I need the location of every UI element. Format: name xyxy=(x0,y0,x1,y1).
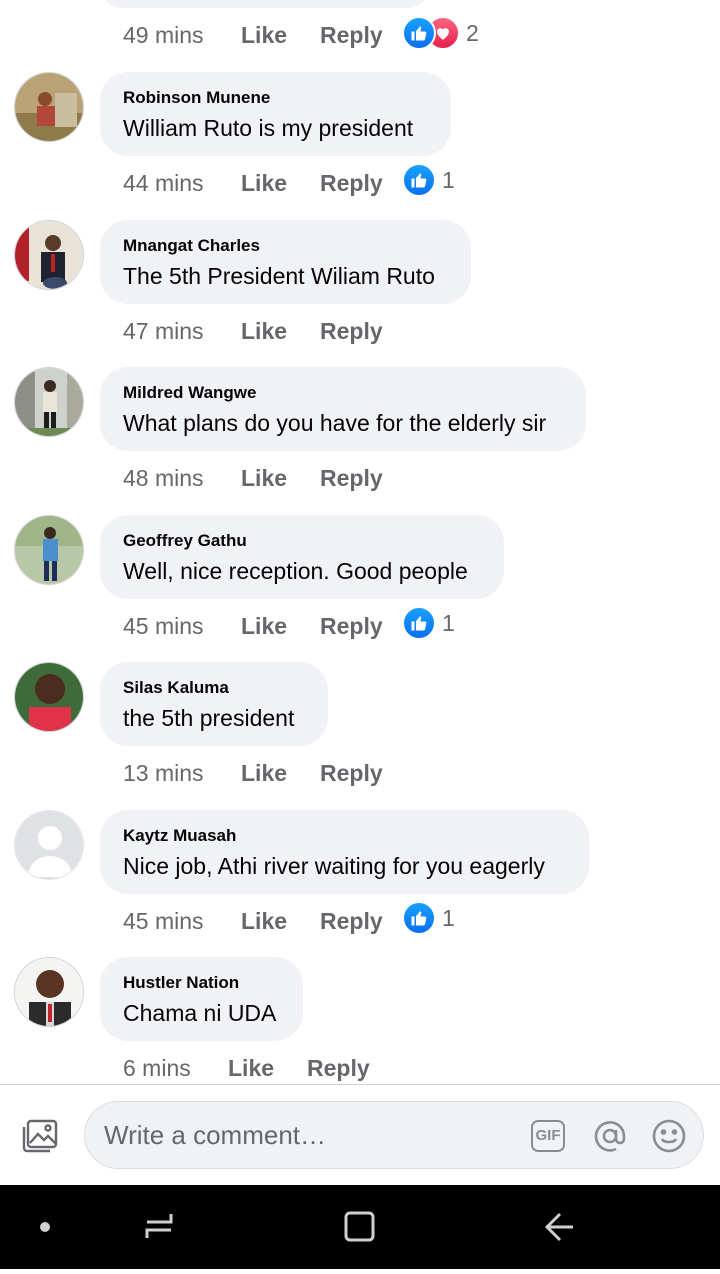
gif-icon[interactable]: GIF xyxy=(531,1120,565,1152)
avatar[interactable] xyxy=(14,810,84,880)
reply-button[interactable]: Reply xyxy=(320,170,383,197)
comment-meta: 48 mins Like Reply xyxy=(123,458,383,498)
like-button[interactable]: Like xyxy=(241,170,320,197)
comment-time: 48 mins xyxy=(123,464,204,491)
comment-meta: 45 mins Like Reply xyxy=(123,606,383,646)
photo-icon[interactable] xyxy=(22,1119,58,1153)
previous-comment-meta: 49 mins Like Reply xyxy=(123,15,383,55)
reaction-count: 1 xyxy=(442,904,455,931)
avatar[interactable] xyxy=(14,957,84,1027)
mention-icon[interactable] xyxy=(592,1118,628,1154)
reply-button[interactable]: Reply xyxy=(320,613,383,640)
comment-time: 49 mins xyxy=(123,21,204,48)
like-button[interactable]: Like xyxy=(241,908,320,935)
avatar[interactable] xyxy=(14,515,84,585)
reaction-summary[interactable]: 1 xyxy=(402,901,455,935)
reply-button[interactable]: Reply xyxy=(320,22,383,49)
comment-bubble[interactable]: Mnangat Charles The 5th President Wiliam… xyxy=(100,220,471,304)
comment-meta: 44 mins Like Reply xyxy=(123,163,383,203)
avatar[interactable] xyxy=(14,72,84,142)
reply-button[interactable]: Reply xyxy=(320,760,383,787)
comment-bubble[interactable]: Geoffrey Gathu Well, nice reception. Goo… xyxy=(100,515,504,599)
previous-comment-bubble xyxy=(100,0,430,8)
comment-text: William Ruto is my president xyxy=(123,115,414,141)
like-button[interactable]: Like xyxy=(241,22,320,49)
recent-apps-icon xyxy=(145,1214,173,1238)
comment-author[interactable]: Silas Kaluma xyxy=(123,678,305,698)
comment-author[interactable]: Robinson Munene xyxy=(123,88,428,108)
like-reaction-icon xyxy=(402,606,436,640)
comment-bubble[interactable]: Robinson Munene William Ruto is my presi… xyxy=(100,72,451,156)
comment-meta: 6 mins Like Reply xyxy=(123,1048,370,1088)
comment-input[interactable]: Write a comment… GIF xyxy=(84,1101,704,1169)
back-icon xyxy=(544,1212,573,1242)
comment-time: 6 mins xyxy=(123,1054,191,1081)
like-button[interactable]: Like xyxy=(241,318,320,345)
reaction-summary[interactable]: 2 xyxy=(402,16,479,50)
comment-author[interactable]: Hustler Nation xyxy=(123,973,280,993)
avatar[interactable] xyxy=(14,662,84,732)
comment-meta: 47 mins Like Reply xyxy=(123,311,383,351)
comment-bubble[interactable]: Mildred Wangwe What plans do you have fo… xyxy=(100,367,586,451)
reaction-count: 1 xyxy=(442,166,455,193)
comment-author[interactable]: Mnangat Charles xyxy=(123,236,448,256)
comment-text: Chama ni UDA xyxy=(123,1000,277,1026)
reply-button[interactable]: Reply xyxy=(320,908,383,935)
comment-time: 45 mins xyxy=(123,612,204,639)
avatar[interactable] xyxy=(14,220,84,290)
comment-author[interactable]: Mildred Wangwe xyxy=(123,383,563,403)
comment-input-placeholder: Write a comment… xyxy=(104,1120,327,1150)
comment-time: 13 mins xyxy=(123,759,204,786)
reaction-count: 1 xyxy=(442,609,455,636)
default-user-icon xyxy=(15,811,83,879)
comment-text: Well, nice reception. Good people xyxy=(123,558,468,584)
like-button[interactable]: Like xyxy=(241,465,320,492)
comment-text: The 5th President Wiliam Ruto xyxy=(123,263,435,289)
like-reaction-icon xyxy=(402,163,436,197)
comment-time: 44 mins xyxy=(123,169,204,196)
comment-time: 47 mins xyxy=(123,317,204,344)
comment-time: 45 mins xyxy=(123,907,204,934)
comment-bubble[interactable]: Hustler Nation Chama ni UDA xyxy=(100,957,303,1041)
comment-text: the 5th president xyxy=(123,705,295,731)
reply-button[interactable]: Reply xyxy=(320,318,383,345)
avatar[interactable] xyxy=(14,367,84,437)
comment-meta: 45 mins Like Reply xyxy=(123,901,383,941)
dot-icon xyxy=(40,1222,50,1232)
like-reaction-icon xyxy=(402,16,436,50)
like-button[interactable]: Like xyxy=(228,1055,307,1082)
reaction-summary[interactable]: 1 xyxy=(402,606,455,640)
system-navigation-bar xyxy=(0,1185,720,1269)
comment-text: What plans do you have for the elderly s… xyxy=(123,410,547,436)
like-reaction-icon xyxy=(402,901,436,935)
like-button[interactable]: Like xyxy=(241,613,320,640)
comment-author[interactable]: Kaytz Muasah xyxy=(123,826,566,846)
comment-bubble[interactable]: Kaytz Muasah Nice job, Athi river waitin… xyxy=(100,810,589,894)
comment-meta: 13 mins Like Reply xyxy=(123,753,383,793)
comment-author[interactable]: Geoffrey Gathu xyxy=(123,531,481,551)
reaction-summary[interactable]: 1 xyxy=(402,163,455,197)
like-button[interactable]: Like xyxy=(241,760,320,787)
emoji-icon[interactable] xyxy=(651,1118,687,1154)
comment-bubble[interactable]: Silas Kaluma the 5th president xyxy=(100,662,328,746)
home-icon xyxy=(344,1211,375,1242)
reply-button[interactable]: Reply xyxy=(307,1055,370,1082)
reply-button[interactable]: Reply xyxy=(320,465,383,492)
reaction-count: 2 xyxy=(466,19,479,46)
comment-composer: Write a comment… GIF xyxy=(0,1084,720,1186)
comment-text: Nice job, Athi river waiting for you eag… xyxy=(123,853,545,879)
